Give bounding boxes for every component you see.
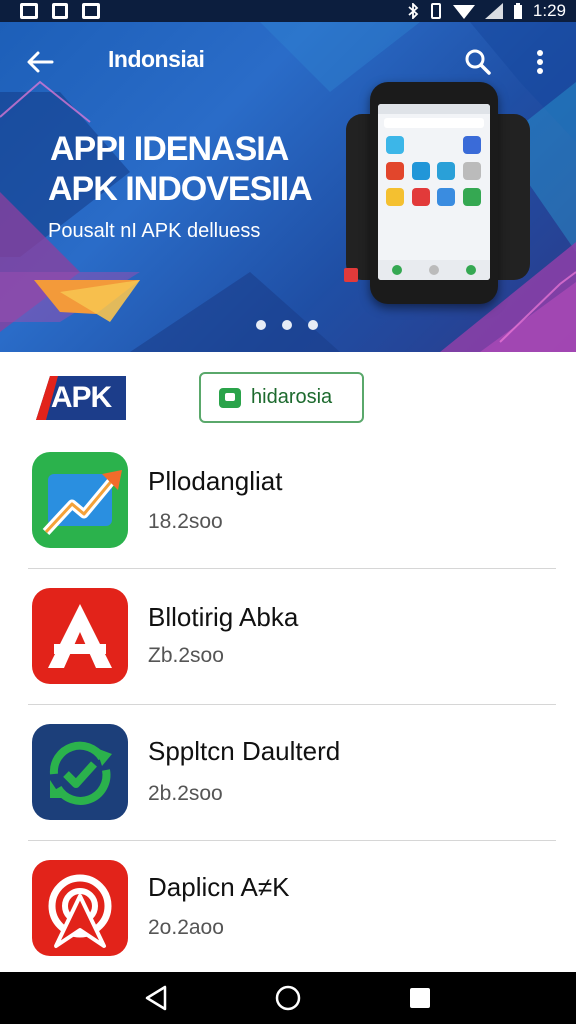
brand-filter-button[interactable]: hidarosia — [199, 372, 364, 423]
back-arrow-icon — [27, 51, 54, 73]
list-item[interactable]: Sppltcn Daulterd 2b.2soo — [0, 704, 576, 840]
nav-home-button[interactable] — [268, 978, 308, 1018]
app-meta: Zb.2soo — [148, 644, 224, 667]
notification-icon — [20, 3, 38, 19]
list-item[interactable]: Daplicn A≠K 2o.2aoo — [0, 840, 576, 976]
list-item[interactable]: Bllotirig Abka Zb.2soo — [0, 568, 576, 704]
screen: 1:29 Indonsiai APPI IDENASIA APK INDOVES… — [0, 0, 576, 1024]
nav-back-button[interactable] — [136, 978, 176, 1018]
app-icon — [437, 136, 455, 154]
refresh-check-icon — [32, 724, 128, 820]
more-vert-icon — [537, 50, 543, 74]
hero-banner[interactable]: Indonsiai APPI IDENASIA APK INDOVESIIA P… — [0, 22, 576, 352]
chat-bubble-icon — [219, 387, 241, 408]
bluetooth-icon — [408, 3, 419, 19]
list-item[interactable]: Pllodangliat 18.2soo — [0, 432, 576, 568]
clock: 1:29 — [532, 1, 566, 20]
status-bar: 1:29 — [0, 0, 576, 22]
carousel-dot[interactable] — [282, 320, 292, 330]
app-icon — [462, 188, 481, 206]
app-meta: 18.2soo — [148, 510, 223, 533]
search-button[interactable] — [460, 44, 496, 80]
banner-subtitle: Pousalt nI APK delluess — [48, 220, 261, 242]
back-button[interactable] — [22, 44, 58, 80]
app-name: Daplicn A≠K — [148, 872, 290, 902]
overflow-menu-button[interactable] — [524, 44, 556, 80]
app-icon — [411, 188, 430, 206]
app-icon — [462, 162, 481, 180]
battery-icon — [513, 3, 522, 19]
letter-a-icon — [32, 588, 128, 684]
nav-recents-button[interactable] — [400, 978, 440, 1018]
back-triangle-icon — [145, 985, 167, 1011]
app-icon — [386, 162, 404, 180]
carousel-dot[interactable] — [308, 320, 318, 330]
system-nav-bar — [0, 972, 576, 1024]
app-icon — [386, 188, 404, 206]
app-icon — [411, 162, 430, 180]
carousel-dot[interactable] — [256, 320, 266, 330]
app-name: Sppltcn Daulterd — [148, 736, 341, 766]
wifi-icon — [452, 5, 475, 19]
phone-mockup-image — [370, 82, 498, 304]
app-icon — [437, 162, 455, 180]
recents-square-icon — [410, 988, 430, 1008]
app-icon — [386, 136, 404, 154]
app-grid — [378, 132, 490, 210]
apk-logo-label: APK — [50, 381, 112, 414]
app-icon — [437, 188, 455, 206]
vibrate-icon — [430, 3, 441, 19]
badge-icon — [344, 268, 358, 282]
app-icon — [462, 136, 481, 154]
app-meta: 2b.2soo — [148, 782, 223, 805]
banner-headline-secondary: APK INDOVESIIA — [48, 170, 313, 208]
app-name: Pllodangliat — [148, 466, 283, 496]
app-icon — [411, 136, 430, 154]
chart-arrow-icon — [32, 452, 128, 548]
apk-logo[interactable]: APK — [36, 376, 126, 420]
home-circle-icon — [275, 985, 301, 1011]
app-name: Bllotirig Abka — [148, 602, 299, 632]
notification-icon — [52, 3, 68, 19]
app-meta: 2o.2aoo — [148, 916, 224, 939]
toolbar-title: Indonsiai — [108, 46, 205, 72]
banner-headline: APPI IDENASIA — [50, 130, 289, 168]
brand-filter-label: hidarosia — [251, 386, 333, 408]
phone-screen — [378, 104, 490, 280]
signal-icon — [484, 3, 503, 19]
notification-icon — [82, 3, 100, 19]
carousel-indicator — [256, 320, 318, 330]
search-icon — [465, 49, 491, 75]
target-icon — [32, 860, 128, 956]
